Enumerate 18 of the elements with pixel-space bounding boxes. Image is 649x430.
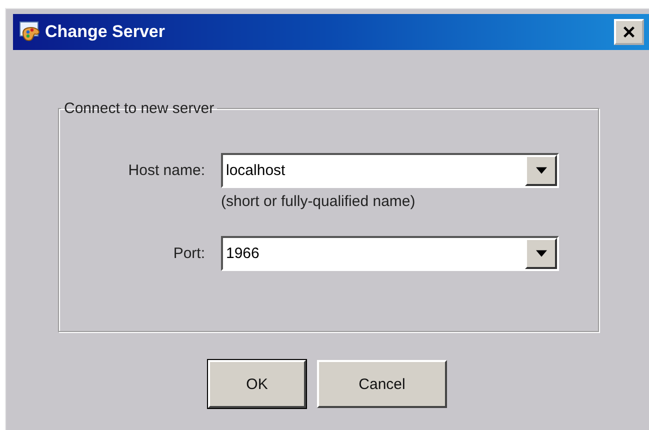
group-title: Connect to new server: [63, 100, 216, 117]
field-value: 1966: [225, 245, 260, 262]
caret-icon: [536, 250, 546, 257]
field-label: Host name:: [127, 162, 206, 179]
dropdown-button[interactable]: [525, 155, 557, 186]
caret-icon: [536, 167, 546, 174]
window-title: Change Server: [45, 22, 166, 42]
combo-box[interactable]: 1966: [221, 236, 559, 271]
dropdown-button[interactable]: [525, 238, 557, 269]
hint-text: (short or fully-qualified name): [221, 193, 416, 210]
close-icon: [622, 25, 636, 39]
combo-box[interactable]: localhost: [221, 153, 559, 188]
palette-icon: [19, 21, 41, 43]
dialog-button[interactable]: Cancel: [317, 360, 447, 408]
dialog-button[interactable]: OK: [208, 360, 306, 408]
field-label: Port:: [172, 245, 206, 262]
close-button[interactable]: [614, 19, 644, 45]
field-value: localhost: [225, 162, 286, 179]
